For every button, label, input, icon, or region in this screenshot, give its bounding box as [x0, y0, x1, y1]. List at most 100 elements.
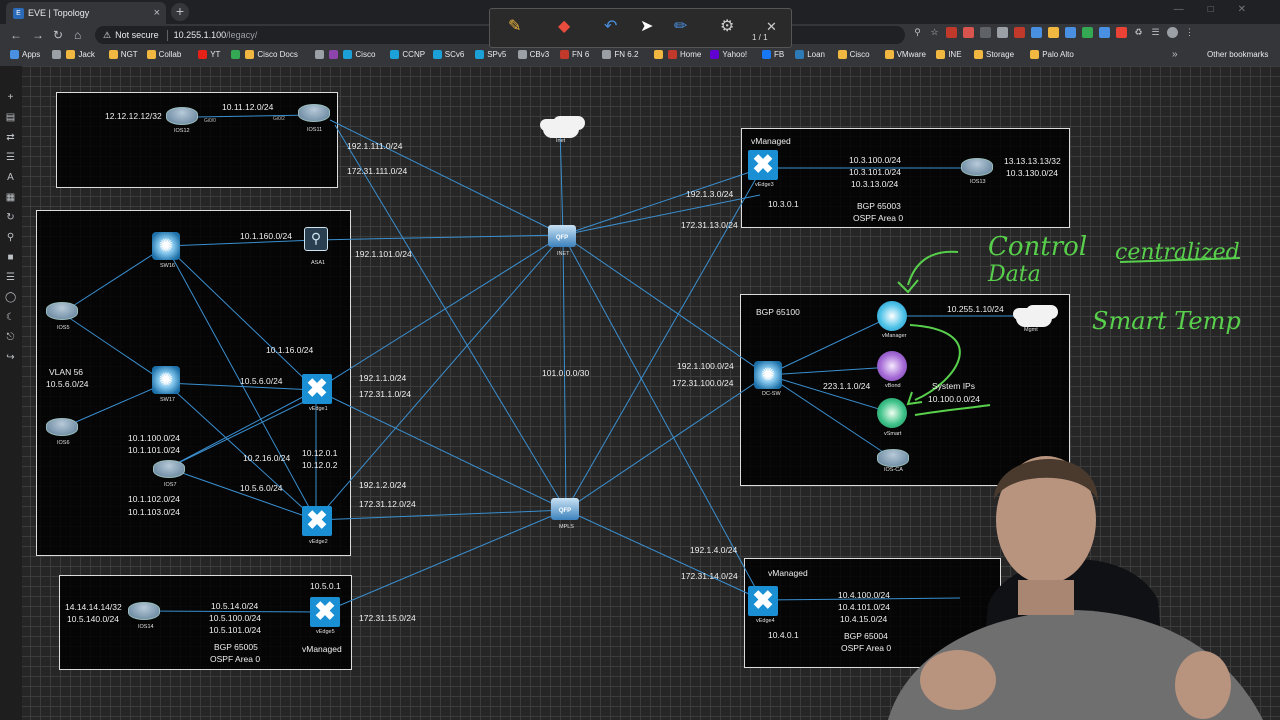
extension-blue3-icon[interactable]: [1099, 27, 1110, 38]
adblock-icon[interactable]: [946, 27, 957, 38]
router-ios11-icon[interactable]: [298, 104, 330, 122]
nodes-icon[interactable]: ▤: [5, 112, 16, 123]
mgmt-cloud-icon[interactable]: [1016, 309, 1052, 327]
router-ios13-icon[interactable]: [961, 158, 993, 176]
logout-icon[interactable]: ↪: [5, 352, 16, 363]
extension-circle-icon[interactable]: [997, 27, 1008, 38]
vbond-icon[interactable]: [877, 351, 907, 381]
router-ios5-icon[interactable]: [46, 302, 78, 320]
switch-dcsw-icon[interactable]: ✺: [754, 361, 782, 389]
refresh-icon[interactable]: ↻: [5, 212, 16, 223]
pictures-icon[interactable]: ▦: [5, 192, 16, 203]
bookmark-other[interactable]: Other bookmarks: [1195, 50, 1268, 59]
bookmark-item[interactable]: YT: [198, 50, 220, 59]
forward-icon[interactable]: →: [32, 28, 44, 42]
undo-icon[interactable]: ↶: [604, 19, 617, 35]
reload-icon[interactable]: ↻: [53, 28, 63, 42]
router-ios12-icon[interactable]: [166, 107, 198, 125]
url-host: 10.255.1.100: [173, 30, 227, 40]
bookmark-item[interactable]: Jack: [66, 50, 95, 59]
star-icon[interactable]: ☆: [929, 27, 940, 38]
bookmark-item[interactable]: INE: [936, 50, 962, 59]
router-ios7-icon[interactable]: [153, 460, 185, 478]
freeze-icon[interactable]: ◯: [5, 292, 16, 303]
extension-yellow-icon[interactable]: [1048, 27, 1059, 38]
bookmark-item[interactable]: Storage: [974, 50, 1014, 59]
bookmark-item[interactable]: Home: [668, 50, 701, 59]
label-net: 10.12.0.1: [302, 448, 338, 458]
extension-red2-icon[interactable]: [1116, 27, 1127, 38]
tab-eve-topology[interactable]: E EVE | Topology ×: [6, 2, 166, 24]
bookmark-item[interactable]: [329, 50, 341, 59]
bookmark-item[interactable]: FB: [762, 50, 784, 59]
avatar[interactable]: [1167, 27, 1178, 38]
dark-mode-icon[interactable]: ☾: [5, 312, 16, 323]
bookmark-item[interactable]: CCNP: [390, 50, 425, 59]
bookmark-item[interactable]: Cisco: [343, 50, 375, 59]
warning-icon: ⚠: [103, 29, 112, 40]
eraser-icon[interactable]: ◆: [558, 19, 570, 35]
puzzle-icon[interactable]: ♻: [1133, 27, 1144, 38]
bookmark-item[interactable]: FN 6.2: [602, 50, 638, 59]
bookmark-item[interactable]: Cisco: [837, 50, 870, 59]
window-controls[interactable]: —□✕: [1174, 4, 1270, 15]
internet-cloud-icon[interactable]: [543, 120, 579, 138]
extension-red-icon[interactable]: [963, 27, 974, 38]
vedge3-icon[interactable]: ✖: [748, 150, 778, 180]
bookmark-item[interactable]: Collab: [146, 50, 181, 59]
router-ios6-icon[interactable]: [46, 418, 78, 436]
bookmark-item[interactable]: Cisco Docs: [245, 50, 298, 59]
highlighter-icon[interactable]: ✏: [674, 19, 687, 35]
gear-icon[interactable]: ⚙: [720, 19, 734, 35]
bookmark-item[interactable]: [654, 50, 666, 59]
status-icon[interactable]: ■: [5, 252, 16, 263]
tab-close-icon[interactable]: ×: [154, 7, 160, 19]
switch-sw16-icon[interactable]: ✺: [152, 232, 180, 260]
home-icon[interactable]: ⌂: [74, 28, 81, 42]
bookmark-item[interactable]: [52, 50, 64, 59]
pdf-icon[interactable]: [1014, 27, 1025, 38]
add-object-icon[interactable]: +: [5, 92, 16, 103]
firewall-asa1-icon[interactable]: ⚲: [304, 227, 328, 251]
startup-config-icon[interactable]: ☰: [5, 152, 16, 163]
new-tab-button[interactable]: +: [171, 3, 189, 21]
menu-kebab-icon[interactable]: ⋮: [1184, 27, 1195, 38]
bookmark-item[interactable]: NGT: [108, 50, 138, 59]
lab-details-icon[interactable]: ☰: [5, 272, 16, 283]
search-icon[interactable]: ⚲: [912, 27, 923, 38]
bookmark-item[interactable]: SCv6: [432, 50, 464, 59]
bookmark-item[interactable]: SPv5: [475, 50, 506, 59]
bookmark-item[interactable]: Palo Alto: [1030, 50, 1074, 59]
bookmark-item[interactable]: [231, 50, 243, 59]
media-icon[interactable]: ☰: [1150, 27, 1161, 38]
extension-gray-icon[interactable]: [980, 27, 991, 38]
back-icon[interactable]: ←: [10, 28, 22, 42]
bookmarks-overflow-icon[interactable]: »: [1172, 49, 1178, 60]
bookmark-item[interactable]: Yahoo!: [710, 50, 747, 59]
networks-icon[interactable]: ⇄: [5, 132, 16, 143]
extension-blue2-icon[interactable]: [1065, 27, 1076, 38]
vedge5-icon[interactable]: ✖: [310, 597, 340, 627]
bookmark-item[interactable]: CBv3: [517, 50, 549, 59]
router-mpls-icon[interactable]: QFP: [551, 498, 579, 520]
extension-green-icon[interactable]: [1082, 27, 1093, 38]
router-inet-icon[interactable]: QFP: [548, 225, 576, 247]
router-ios14-icon[interactable]: [128, 602, 160, 620]
vmanager-icon[interactable]: [877, 301, 907, 331]
bookmark-item[interactable]: Apps: [10, 50, 40, 59]
vedge4-icon[interactable]: ✖: [748, 586, 778, 616]
extension-blue-icon[interactable]: [1031, 27, 1042, 38]
vedge2-icon[interactable]: ✖: [302, 506, 332, 536]
vsmart-icon[interactable]: [877, 398, 907, 428]
pointer-icon[interactable]: ➤: [640, 19, 653, 35]
bookmark-item[interactable]: [315, 50, 327, 59]
bookmark-item[interactable]: VMware: [884, 50, 926, 59]
close-lab-icon[interactable]: ⎋: [5, 332, 16, 343]
vedge1-icon[interactable]: ✖: [302, 374, 332, 404]
zoom-icon[interactable]: ⚲: [5, 232, 16, 243]
bookmark-item[interactable]: Loan: [795, 50, 825, 59]
bookmark-item[interactable]: FN 6: [560, 50, 589, 59]
switch-sw17-icon[interactable]: ✺: [152, 366, 180, 394]
pen-icon[interactable]: ✎: [508, 19, 521, 35]
text-icon[interactable]: A: [5, 172, 16, 183]
